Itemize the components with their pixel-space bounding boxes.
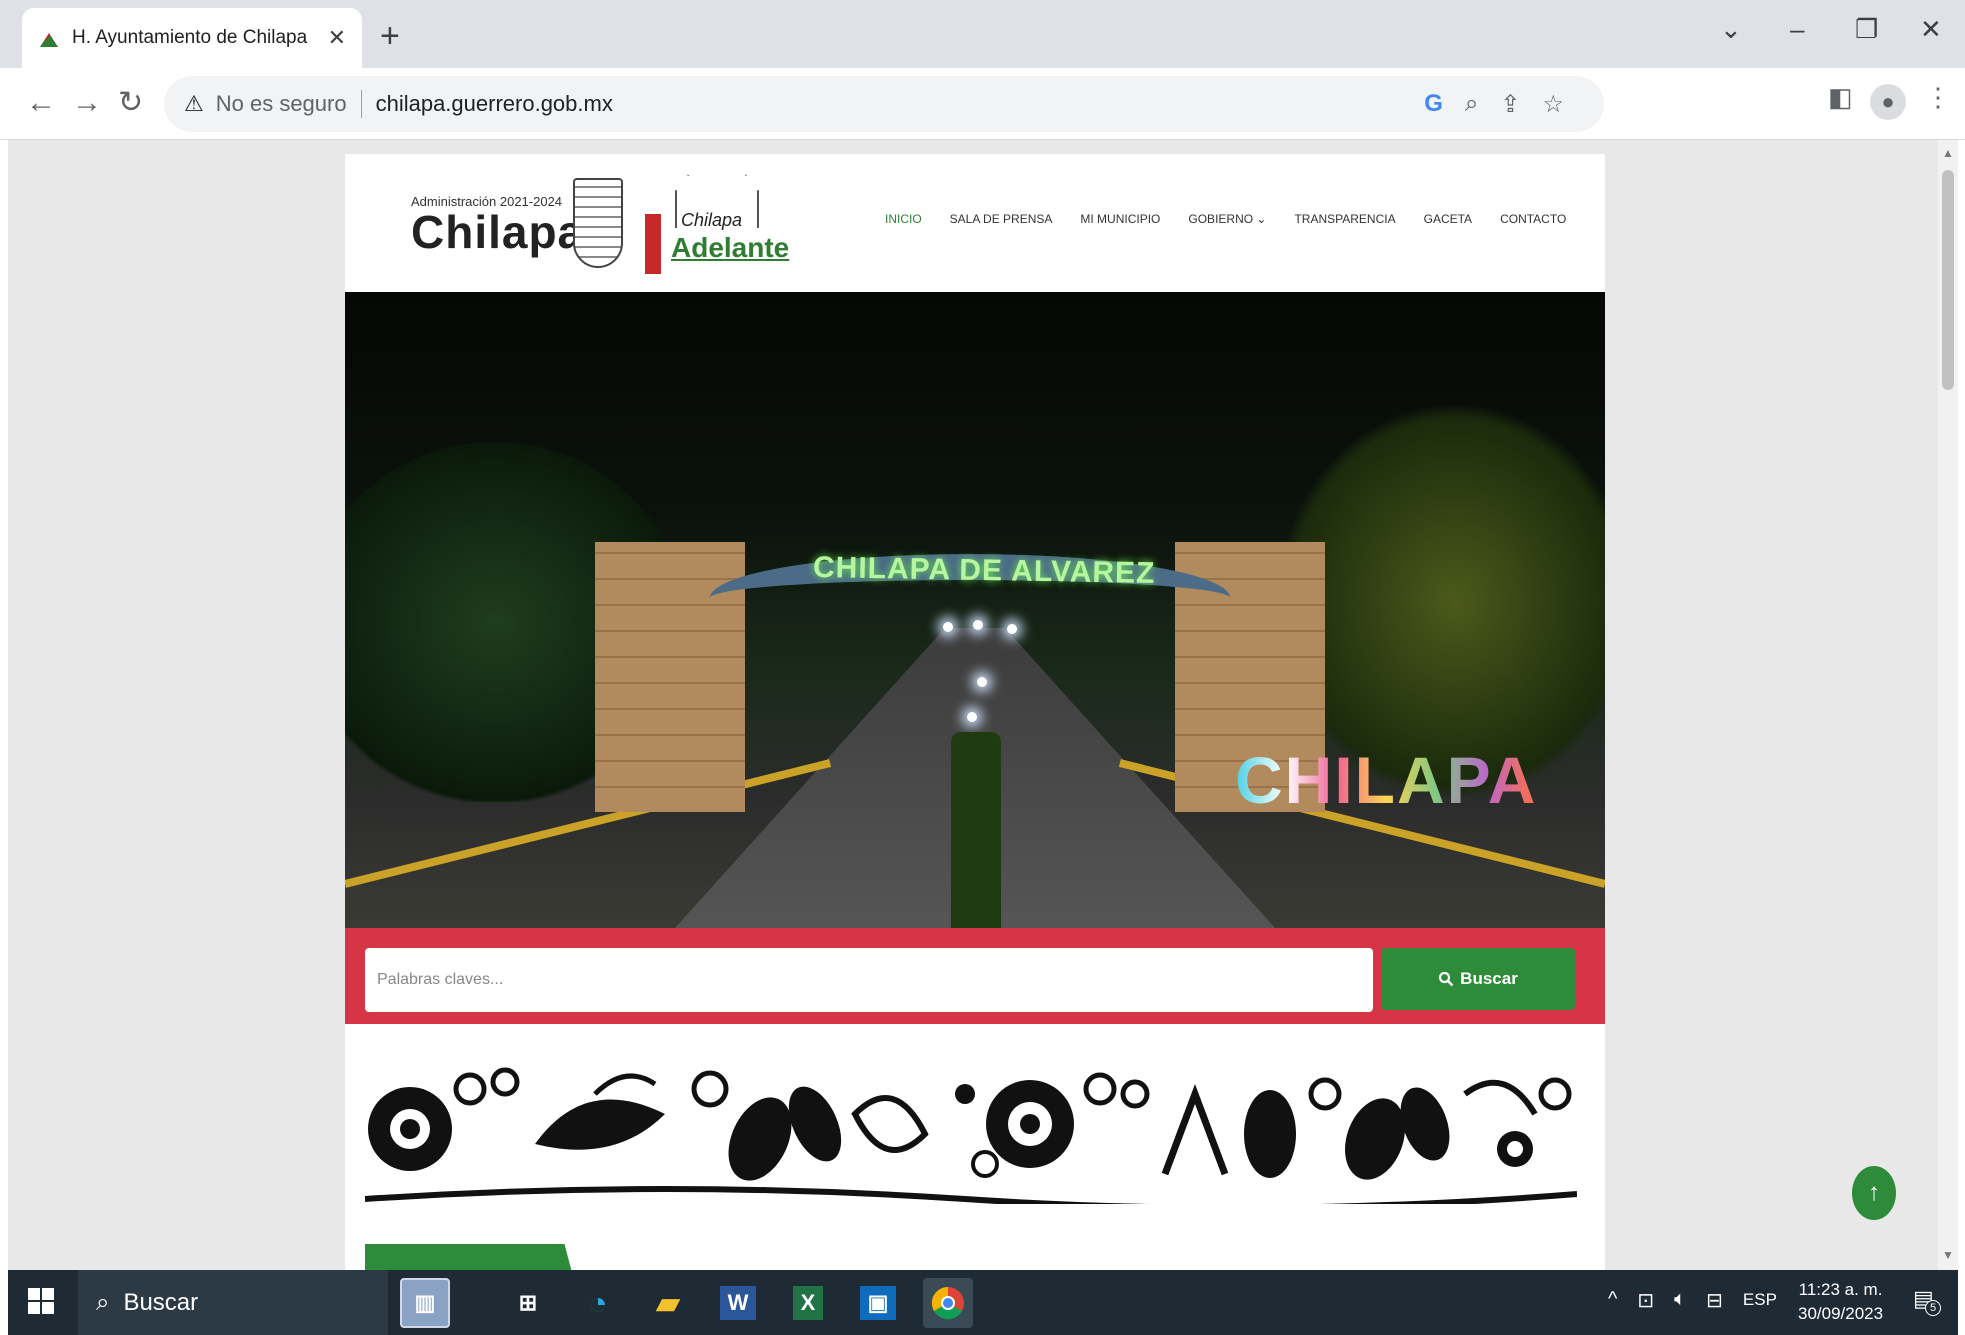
clock-date: 30/09/2023	[1798, 1304, 1884, 1323]
zoom-icon[interactable]: ⌕	[1465, 90, 1478, 118]
omnibox[interactable]: ⚠ No es seguro chilapa.guerrero.gob.mx G…	[164, 76, 1604, 132]
red-slash-mark	[645, 214, 661, 274]
taskbar-clock[interactable]: 11:23 a. m. 30/09/2023	[1798, 1278, 1883, 1326]
search-button[interactable]: Buscar	[1381, 948, 1575, 1010]
street-lamp	[977, 677, 987, 687]
back-icon[interactable]: ←	[26, 88, 56, 118]
nav-sala-de-prensa[interactable]: SALA DE PRENSA	[950, 212, 1053, 226]
system-tray: ^ ⊡ 🔈︎ ⊟ ESP	[1608, 1288, 1777, 1313]
hero-image: CHILAPA DE ALVAREZ CHILAPA	[345, 292, 1605, 928]
search-button-label: Buscar	[1460, 969, 1518, 988]
search-band: Buscar	[345, 928, 1605, 1024]
chilapa-adelante-logo[interactable]: Chilapa Adelante	[645, 174, 789, 274]
excel-icon[interactable]: X	[783, 1278, 833, 1328]
meet-now-icon[interactable]: ⊡	[1637, 1288, 1654, 1313]
site-page: Administración 2021-2024 Chilapa Chilapa…	[345, 154, 1605, 1270]
clock-time: 11:23 a. m.	[1798, 1280, 1883, 1299]
scrollbar-thumb[interactable]	[1942, 170, 1954, 390]
site-favicon-icon	[38, 27, 60, 49]
reload-icon[interactable]: ↻	[118, 88, 143, 118]
keyword-search-input[interactable]	[365, 948, 1373, 1012]
brand-name: Chilapa	[411, 206, 585, 258]
windows-taskbar: ⌕ Buscar ▥ ⊞ ◔ ▰ W X ▣ ^ ⊡ 🔈︎ ⊟ ESP 11:2…	[8, 1270, 1958, 1335]
notification-center-icon[interactable]: ▤ 5	[1913, 1286, 1941, 1316]
tab-search-chevron-icon[interactable]: ⌄	[1720, 14, 1742, 45]
street-lamp	[967, 712, 977, 722]
page-viewport: Administración 2021-2024 Chilapa Chilapa…	[8, 140, 1938, 1270]
arch-sign-text: CHILAPA DE ALVAREZ	[812, 551, 1156, 590]
nav-gaceta[interactable]: GACETA	[1424, 212, 1472, 226]
google-lens-icon[interactable]: G	[1424, 90, 1443, 118]
notification-count: 5	[1925, 1300, 1941, 1316]
nav-transparencia[interactable]: TRANSPARENCIA	[1294, 212, 1395, 226]
browser-menu-icon[interactable]: ⋮	[1925, 82, 1951, 113]
median-hedge	[951, 732, 1001, 928]
edge-icon[interactable]: ◔	[573, 1278, 623, 1328]
omnibox-divider	[360, 90, 362, 118]
tab-close-icon[interactable]: ✕	[328, 25, 346, 51]
arrow-up-icon: ↑	[1868, 1179, 1880, 1206]
book-app-icon[interactable]: ▥	[400, 1278, 450, 1328]
taskbar-search[interactable]: ⌕ Buscar	[78, 1270, 388, 1335]
scroll-up-icon[interactable]: ▲	[1942, 146, 1954, 160]
windows-start-icon[interactable]	[28, 1288, 54, 1314]
network-icon[interactable]: ⊟	[1706, 1288, 1723, 1313]
street-lamp	[973, 620, 983, 630]
adelante-logo-bottom: Adelante	[671, 232, 790, 263]
chrome-logo-icon	[931, 1286, 964, 1320]
street-lamp	[1007, 624, 1017, 634]
adelante-logo-top: Chilapa	[681, 210, 743, 230]
colorful-town-sign: CHILAPA	[1235, 743, 1538, 817]
not-secure-icon[interactable]: ⚠	[184, 91, 204, 117]
language-indicator[interactable]: ESP	[1743, 1288, 1777, 1313]
taskbar-search-label: Buscar	[123, 1288, 199, 1316]
chilapa-logo[interactable]: Administración 2021-2024 Chilapa	[411, 194, 584, 255]
restore-button[interactable]: ❐	[1855, 14, 1878, 45]
outlook-icon[interactable]: ▣	[853, 1278, 903, 1328]
section-tab	[365, 1244, 575, 1270]
nav-mi-municipio[interactable]: MI MUNICIPIO	[1080, 212, 1160, 226]
search-icon: ⌕	[96, 1288, 110, 1316]
tab-title: H. Ayuntamiento de Chilapa de	[72, 27, 312, 48]
url-text[interactable]: chilapa.guerrero.gob.mx	[376, 91, 613, 117]
chrome-icon[interactable]	[923, 1278, 973, 1328]
side-panel-icon[interactable]: ◧	[1828, 82, 1853, 113]
nav-inicio[interactable]: INICIO	[885, 212, 922, 226]
search-icon	[1439, 971, 1454, 987]
site-header: Administración 2021-2024 Chilapa Chilapa…	[345, 154, 1605, 292]
volume-icon[interactable]: 🔈︎	[1674, 1288, 1686, 1313]
browser-tab[interactable]: H. Ayuntamiento de Chilapa de ✕	[22, 8, 362, 68]
file-explorer-icon[interactable]: ▰	[643, 1278, 693, 1328]
coat-of-arms-icon	[573, 178, 623, 268]
nav-gobierno[interactable]: GOBIERNO ⌄	[1188, 212, 1266, 226]
security-label[interactable]: No es seguro	[216, 91, 347, 117]
window-close-button[interactable]: ✕	[1920, 14, 1942, 45]
word-icon[interactable]: W	[713, 1278, 763, 1328]
new-tab-button[interactable]: +	[380, 16, 400, 56]
street-lamp	[943, 622, 953, 632]
profile-avatar-icon[interactable]: ●	[1870, 84, 1906, 120]
forward-icon[interactable]: →	[72, 88, 102, 118]
page-scrollbar[interactable]: ▲ ▼	[1938, 140, 1958, 1270]
decorative-folk-pattern	[365, 1054, 1577, 1204]
minimize-button[interactable]: –	[1790, 14, 1804, 45]
address-toolbar: ← → ↻ ⚠ No es seguro chilapa.guerrero.go…	[0, 68, 1965, 140]
back-to-top-button[interactable]: ↑	[1852, 1166, 1896, 1220]
nav-contacto[interactable]: CONTACTO	[1500, 212, 1566, 226]
task-view-icon[interactable]: ⊞	[503, 1278, 553, 1328]
show-hidden-icons-icon[interactable]: ^	[1608, 1288, 1617, 1313]
share-icon[interactable]: ⇪	[1500, 90, 1520, 119]
omnibox-actions: G ⌕ ⇪ ☆	[1424, 76, 1564, 132]
main-nav: INICIO SALA DE PRENSA MI MUNICIPIO GOBIE…	[885, 212, 1566, 226]
arch-pillar-left	[595, 542, 745, 812]
bookmark-star-icon[interactable]: ☆	[1542, 90, 1564, 119]
browser-tab-bar: H. Ayuntamiento de Chilapa de ✕ + ⌄ – ❐ …	[0, 0, 1965, 68]
scroll-down-icon[interactable]: ▼	[1942, 1248, 1954, 1262]
